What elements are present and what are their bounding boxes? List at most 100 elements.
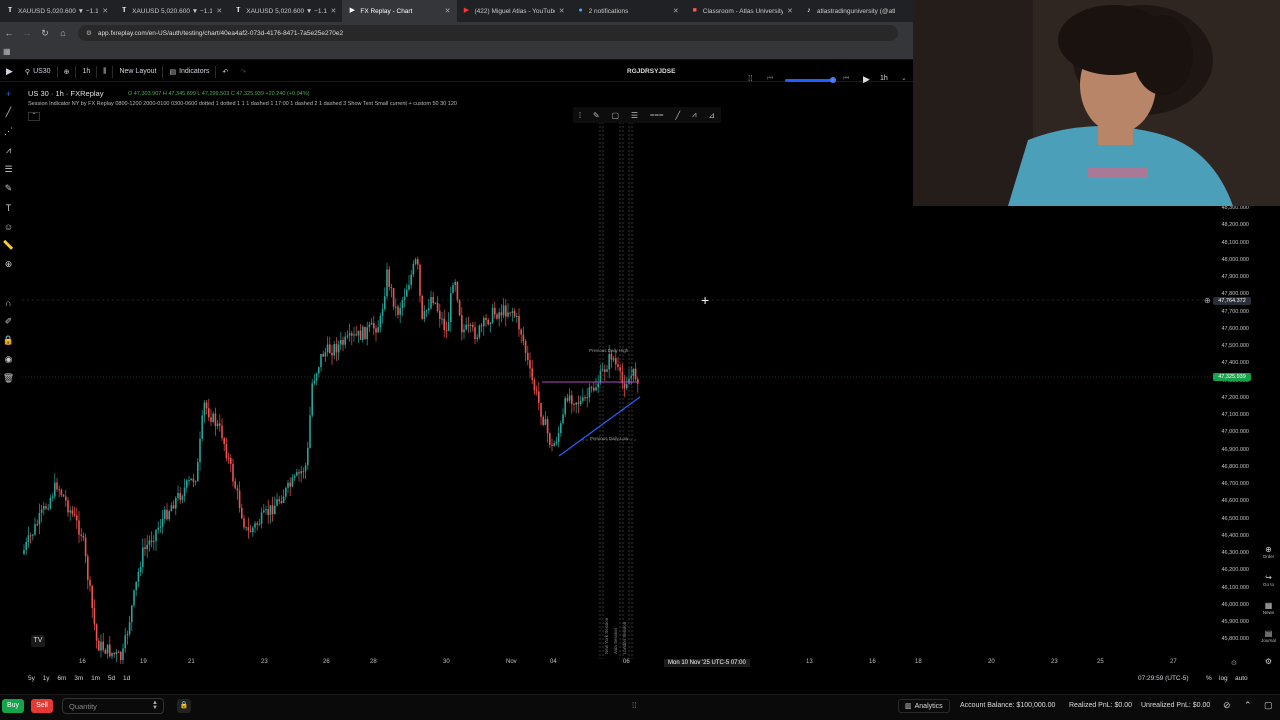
browser-tab-active[interactable]: ▶ FX Replay - Chart ✕ bbox=[342, 0, 457, 22]
add-symbol-icon[interactable]: ⊕ bbox=[58, 62, 76, 82]
gann-icon[interactable]: ⊿ bbox=[708, 111, 715, 120]
zoom-icon[interactable]: ⊕ bbox=[0, 255, 17, 274]
range-5y[interactable]: 5y bbox=[28, 675, 35, 682]
new-layout-button[interactable]: New Layout bbox=[113, 62, 162, 82]
browser-tab[interactable]: 𝐓 XAUUSD 5,020.600 ▼ −1.15 ✕ bbox=[114, 0, 228, 22]
step-back-icon[interactable]: ⏮ bbox=[767, 75, 773, 83]
quantity-input[interactable]: Quantity ▲ ▼ bbox=[62, 698, 164, 714]
drag-handle-icon[interactable]: ⁞⁞ bbox=[748, 74, 752, 83]
indicator-legend[interactable]: Session Indicator NY by FX Replay 0800-1… bbox=[28, 101, 457, 107]
text-icon[interactable]: T bbox=[0, 198, 17, 217]
parallel-channel-icon[interactable]: ⩶ bbox=[650, 110, 664, 120]
order-button[interactable]: ⊕ Order bbox=[1257, 545, 1280, 573]
collapse-legend-icon[interactable]: ⌃ bbox=[28, 112, 40, 121]
stay-drawing-icon[interactable]: ✐ bbox=[0, 312, 17, 331]
tab-label: 2 notifications bbox=[588, 7, 629, 15]
chevron-up-icon[interactable]: ⌃ bbox=[1244, 700, 1252, 711]
magnet-icon[interactable]: ∩ bbox=[0, 293, 17, 312]
close-icon[interactable]: ✕ bbox=[331, 7, 337, 15]
browser-tab[interactable]: 𝐓 XAUUSD 5,020.600 ▼ −1.15 ✕ bbox=[0, 0, 114, 22]
emoji-icon[interactable]: ☺ bbox=[0, 217, 17, 236]
candle-body bbox=[153, 541, 155, 543]
undo-icon[interactable]: ↶ bbox=[216, 62, 234, 82]
symbol-search[interactable]: ⚲ US30 bbox=[19, 62, 57, 82]
range-1d[interactable]: 1d bbox=[123, 675, 130, 682]
percent-toggle[interactable]: % bbox=[1206, 675, 1212, 682]
range-5d[interactable]: 5d bbox=[108, 675, 115, 682]
sell-button[interactable]: Sell bbox=[31, 699, 53, 713]
replay-speed-knob[interactable] bbox=[830, 77, 836, 83]
close-icon[interactable]: ✕ bbox=[787, 7, 793, 15]
eye-icon[interactable]: ◉ bbox=[0, 350, 17, 369]
price-axis[interactable]: 48,300.000 48,200.000 48,100.000 48,000.000… bbox=[1213, 200, 1253, 660]
brush-icon[interactable]: ✎ bbox=[0, 179, 17, 198]
candle-body bbox=[168, 511, 170, 520]
crosshair-add-icon[interactable]: ⊕ bbox=[1204, 296, 1211, 305]
auto-toggle[interactable]: auto bbox=[1235, 675, 1248, 682]
candle-body bbox=[348, 333, 351, 336]
ruler-icon[interactable]: 📏 bbox=[0, 236, 17, 255]
timeframe-button[interactable]: 1h bbox=[76, 62, 96, 82]
site-info-icon[interactable]: ⚙ bbox=[86, 29, 92, 37]
hide-icon[interactable]: ⊘ bbox=[1223, 700, 1231, 711]
chart-legend-title[interactable]: US 30 · 1h · FXReplay bbox=[28, 89, 103, 98]
close-icon[interactable]: ✕ bbox=[673, 7, 679, 15]
trash-icon[interactable]: 🗑 bbox=[0, 369, 17, 388]
trend-line-icon[interactable]: ╱ bbox=[0, 103, 17, 122]
close-icon[interactable]: ✕ bbox=[216, 7, 222, 15]
indicators-button[interactable]: ▤ Indicators bbox=[163, 62, 215, 82]
browser-tab[interactable]: 𝐓 XAUUSD 5,020.600 ▼ −1.15 ✕ bbox=[228, 0, 342, 22]
maximize-icon[interactable]: ▢ bbox=[1264, 700, 1273, 711]
time-tick-label: 23 bbox=[1051, 659, 1058, 665]
replay-timeframe[interactable]: 1h bbox=[880, 75, 888, 82]
reload-icon[interactable]: ↻ bbox=[36, 28, 54, 39]
range-6m[interactable]: 6m bbox=[57, 675, 66, 682]
range-3m[interactable]: 3m bbox=[74, 675, 83, 682]
range-1y[interactable]: 1y bbox=[43, 675, 50, 682]
line-icon[interactable]: ╱ bbox=[675, 111, 680, 120]
replay-speed-slider[interactable] bbox=[785, 79, 833, 82]
drag-handle-icon[interactable]: ⁞ bbox=[579, 111, 581, 120]
candle-body bbox=[388, 269, 390, 287]
log-toggle[interactable]: log bbox=[1219, 675, 1228, 682]
journal-button[interactable]: ▤ Journal bbox=[1257, 629, 1280, 657]
position-icon[interactable]: ☰ bbox=[0, 160, 17, 179]
candle-type-icon[interactable]: ⫼ bbox=[97, 62, 112, 82]
close-icon[interactable]: ✕ bbox=[445, 7, 451, 15]
browser-tab[interactable]: ● 2 notifications ✕ bbox=[571, 0, 685, 22]
home-icon[interactable]: ⌂ bbox=[54, 28, 72, 38]
news-button[interactable]: ▦ News bbox=[1257, 601, 1280, 629]
clock-readout[interactable]: 07:29:59 (UTC-5) bbox=[1138, 675, 1189, 682]
close-icon[interactable]: ✕ bbox=[102, 7, 108, 15]
lock-icon[interactable]: 🔒 bbox=[177, 699, 191, 713]
forward-icon[interactable]: → bbox=[18, 28, 36, 38]
browser-tab[interactable]: ■ Classroom - Atlas University ✕ bbox=[685, 0, 799, 22]
buy-button[interactable]: Buy bbox=[2, 699, 24, 713]
apps-grid-icon[interactable]: ▦ bbox=[3, 47, 11, 56]
rectangle-icon[interactable]: ▢ bbox=[611, 111, 619, 120]
panel-grip-icon[interactable]: ⁞⁞ bbox=[632, 701, 636, 710]
time-axis[interactable]: 16 19 21 23 26 28 30 Nov 04 06 13 16 18 20 23 25 27 bbox=[22, 657, 1252, 669]
chevron-down-icon[interactable]: ⌄ bbox=[901, 74, 907, 82]
browser-tab[interactable]: ♪ atlastradinguniversity (@atl bbox=[799, 0, 913, 22]
close-icon[interactable]: ✕ bbox=[559, 7, 565, 15]
goto-realtime-icon[interactable]: ⊙ bbox=[1231, 659, 1237, 667]
candle-body bbox=[278, 499, 280, 502]
lock-icon[interactable]: 🔒 bbox=[0, 331, 17, 350]
fib-icon[interactable]: ⋰ bbox=[0, 122, 17, 141]
analytics-button[interactable]: ▥ Analytics bbox=[898, 699, 950, 713]
redo-icon[interactable]: ↷ bbox=[234, 62, 252, 82]
crosshair-icon[interactable]: + bbox=[0, 84, 17, 103]
fib-tool-icon[interactable]: ⩘ bbox=[692, 110, 697, 120]
pencil-icon[interactable]: ✎ bbox=[593, 111, 600, 120]
goto-button[interactable]: ↪ Go to bbox=[1257, 573, 1280, 601]
back-icon[interactable]: ← bbox=[0, 28, 18, 38]
menu-icon[interactable]: ▶ bbox=[0, 62, 19, 82]
quantity-stepper[interactable]: ▲ ▼ bbox=[152, 700, 158, 711]
range-1m[interactable]: 1m bbox=[91, 675, 100, 682]
step-back-bar-icon[interactable]: ⏮ bbox=[843, 75, 849, 83]
browser-tab[interactable]: ▶ (422) Miguel Atlas - YouTube ✕ bbox=[457, 0, 571, 22]
url-input[interactable]: ⚙ app.fxreplay.com/en-US/auth/testing/ch… bbox=[78, 25, 898, 41]
pattern-icon[interactable]: ⩘ bbox=[0, 141, 17, 160]
horizontal-lines-icon[interactable]: ☰ bbox=[631, 111, 638, 120]
